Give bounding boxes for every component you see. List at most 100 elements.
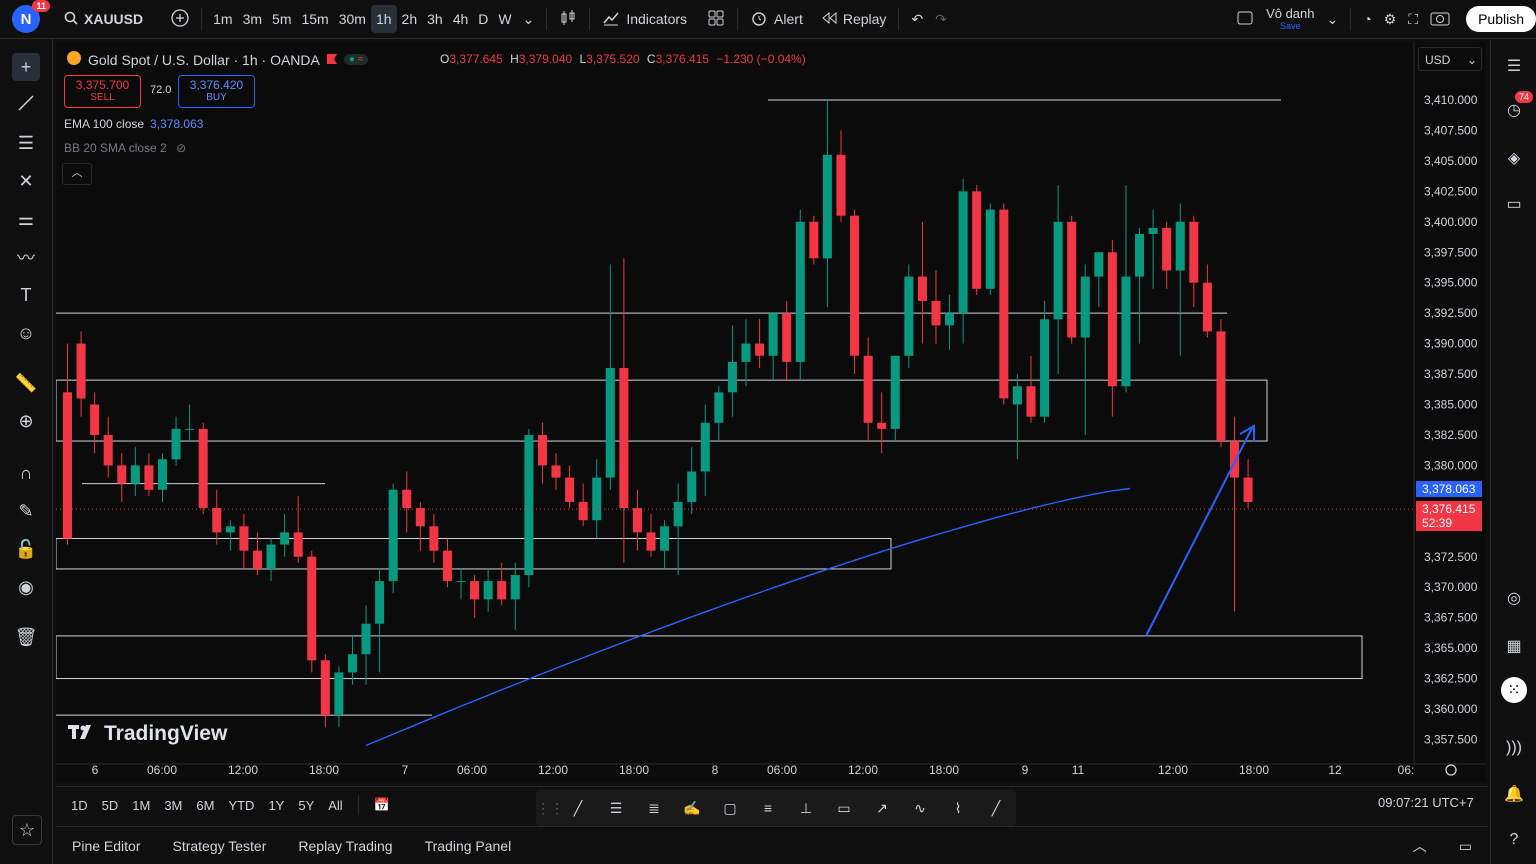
sell-button[interactable]: 3,375.700 SELL bbox=[64, 75, 141, 108]
snapshot-button[interactable] bbox=[1424, 5, 1456, 33]
notifications-button[interactable]: 🔔 bbox=[1501, 781, 1527, 807]
interval-dropdown[interactable]: ⌄ bbox=[517, 5, 541, 33]
icon-tool[interactable]: ☺ bbox=[12, 319, 40, 347]
replay-button[interactable]: Replay bbox=[815, 5, 893, 33]
calendar-button[interactable]: ▦ bbox=[1501, 633, 1527, 659]
apps-button[interactable]: ⁙ bbox=[1501, 677, 1527, 703]
go-to-date-button[interactable]: 📅 bbox=[367, 797, 397, 813]
tab-pine-editor[interactable]: Pine Editor bbox=[56, 838, 156, 854]
range-ytd[interactable]: YTD bbox=[221, 798, 261, 813]
data-window-button[interactable]: ◈ bbox=[1501, 145, 1527, 171]
tab-replay-trading[interactable]: Replay Trading bbox=[282, 838, 408, 854]
layout-name[interactable]: Vô danh Save bbox=[1260, 5, 1320, 33]
interval-4h[interactable]: 4h bbox=[448, 5, 474, 33]
remove-tool[interactable]: 🗑 bbox=[12, 623, 40, 651]
undo-button[interactable]: ↶ bbox=[905, 5, 929, 33]
maximize-panel-button[interactable]: ▭ bbox=[1443, 838, 1488, 855]
interval-5m[interactable]: 5m bbox=[267, 5, 296, 33]
collapse-legend-button[interactable]: ︿ bbox=[62, 163, 92, 185]
interval-2h[interactable]: 2h bbox=[397, 5, 423, 33]
quick-search-button[interactable]: ◔ bbox=[1357, 5, 1377, 33]
interval-w[interactable]: W bbox=[493, 5, 516, 33]
publish-button[interactable]: Publish bbox=[1466, 6, 1536, 32]
symbol-search[interactable]: XAUUSD bbox=[58, 5, 149, 33]
streams-button[interactable]: ))) bbox=[1501, 735, 1527, 761]
pattern-tool[interactable]: ✕ bbox=[12, 167, 40, 195]
horizontal-lines-icon[interactable]: ≡ bbox=[758, 798, 778, 818]
range-5d[interactable]: 5D bbox=[95, 798, 126, 813]
settings-button[interactable]: ⚙ bbox=[1378, 5, 1403, 33]
range-3m[interactable]: 3M bbox=[157, 798, 189, 813]
watchlist-button[interactable]: ☰ bbox=[1501, 53, 1527, 79]
hide-tool[interactable]: ◉ bbox=[12, 573, 40, 601]
path-tool-icon[interactable]: ⌇ bbox=[948, 798, 968, 818]
symbol-legend[interactable]: Gold Spot / U.S. Dollar · 1h · OANDA ● ≈ bbox=[66, 50, 369, 69]
buy-button[interactable]: 3,376.420 BUY bbox=[178, 75, 255, 108]
interval-d[interactable]: D bbox=[473, 5, 493, 33]
fib-tool[interactable]: ☰ bbox=[12, 129, 40, 157]
magnet-tool[interactable]: ∩ bbox=[12, 459, 40, 487]
tab-trading-panel[interactable]: Trading Panel bbox=[409, 838, 528, 854]
interval-1h[interactable]: 1h bbox=[370, 5, 397, 33]
drag-handle-icon[interactable]: ⋮⋮ bbox=[536, 798, 564, 818]
bb-legend[interactable]: BB 20 SMA close 2 ⊘ bbox=[64, 141, 186, 155]
chart-type-button[interactable] bbox=[553, 5, 583, 33]
compare-symbol-button[interactable] bbox=[165, 5, 195, 33]
arrow-tool-icon[interactable]: ↗ bbox=[872, 798, 892, 818]
range-all[interactable]: All bbox=[321, 798, 349, 813]
help-button[interactable]: ? bbox=[1501, 827, 1527, 853]
eyedropper-icon[interactable]: ╱ bbox=[986, 798, 1006, 818]
layouts-button[interactable] bbox=[701, 5, 731, 33]
stay-drawing-tool[interactable]: ✎ bbox=[12, 497, 40, 525]
layout-menu-button[interactable]: ⌄ bbox=[1321, 5, 1345, 33]
search-icon bbox=[64, 11, 78, 28]
range-1d[interactable]: 1D bbox=[64, 798, 95, 813]
long-position-icon[interactable]: ⊥ bbox=[796, 798, 816, 818]
axis-settings-icon[interactable] bbox=[1445, 764, 1457, 776]
collapse-panel-button[interactable]: ︿ bbox=[1397, 836, 1443, 856]
brush-tool[interactable]: 〰 bbox=[12, 243, 40, 271]
range-1y[interactable]: 1Y bbox=[261, 798, 291, 813]
ideas-button[interactable]: ◎ bbox=[1501, 585, 1527, 611]
alert-button[interactable]: Alert bbox=[744, 5, 809, 33]
layout-select-checkbox[interactable] bbox=[1230, 5, 1260, 33]
interval-3h[interactable]: 3h bbox=[422, 5, 448, 33]
interval-3m[interactable]: 3m bbox=[238, 5, 267, 33]
text-tool[interactable]: T bbox=[12, 281, 40, 309]
fib-tool-icon[interactable]: ≣ bbox=[644, 798, 664, 818]
callout-icon[interactable]: ▭ bbox=[834, 798, 854, 818]
fullscreen-button[interactable]: ⛶ bbox=[1402, 5, 1424, 33]
zoom-tool[interactable]: ⊕ bbox=[12, 407, 40, 435]
chat-button[interactable]: ▭ bbox=[1501, 191, 1527, 217]
trendline-tool[interactable] bbox=[12, 91, 40, 119]
favorites-button[interactable]: ☆ bbox=[12, 815, 42, 845]
lock-tool[interactable]: 🔓 bbox=[12, 535, 40, 563]
redo-button[interactable]: ↷ bbox=[929, 5, 953, 33]
chart-pane[interactable]: 3,410.000 3,407.500 3,405.000 3,402.500 3,40… bbox=[56, 42, 1486, 782]
forecast-tool[interactable]: ⚌ bbox=[12, 205, 40, 233]
interval-30m[interactable]: 30m bbox=[334, 5, 371, 33]
ema-legend[interactable]: EMA 100 close 3,378.063 bbox=[64, 117, 203, 131]
rectangle-tool-icon[interactable]: ▢ bbox=[720, 798, 740, 818]
line-tool-icon[interactable]: ╱ bbox=[568, 798, 588, 818]
change-value: −1.230 (−0.04%) bbox=[716, 52, 806, 66]
user-avatar[interactable]: N 11 bbox=[12, 0, 50, 33]
brush-tool-icon[interactable]: ✍ bbox=[682, 798, 702, 818]
crosshair-tool[interactable]: + bbox=[12, 53, 40, 81]
alerts-badge: 74 bbox=[1515, 91, 1534, 103]
tab-strategy-tester[interactable]: Strategy Tester bbox=[156, 838, 282, 854]
elliott-wave-icon[interactable]: ∿ bbox=[910, 798, 930, 818]
indicators-button[interactable]: Indicators bbox=[596, 5, 693, 33]
range-5y[interactable]: 5Y bbox=[291, 798, 321, 813]
price-chart[interactable]: 3,410.000 3,407.500 3,405.000 3,402.500 3,40… bbox=[56, 42, 1486, 782]
range-1m[interactable]: 1M bbox=[125, 798, 157, 813]
alerts-button[interactable]: ◷ 74 bbox=[1501, 91, 1534, 123]
range-6m[interactable]: 6M bbox=[189, 798, 221, 813]
interval-15m[interactable]: 15m bbox=[296, 5, 333, 33]
interval-1m[interactable]: 1m bbox=[208, 5, 237, 33]
currency-select[interactable]: USD ⌄ bbox=[1418, 47, 1482, 71]
chart-clock[interactable]: 09:07:21 UTC+7 bbox=[1378, 795, 1474, 810]
channel-tool-icon[interactable]: ☰ bbox=[606, 798, 626, 818]
eye-hidden-icon[interactable]: ⊘ bbox=[176, 141, 186, 155]
measure-tool[interactable]: 📏 bbox=[12, 369, 40, 397]
